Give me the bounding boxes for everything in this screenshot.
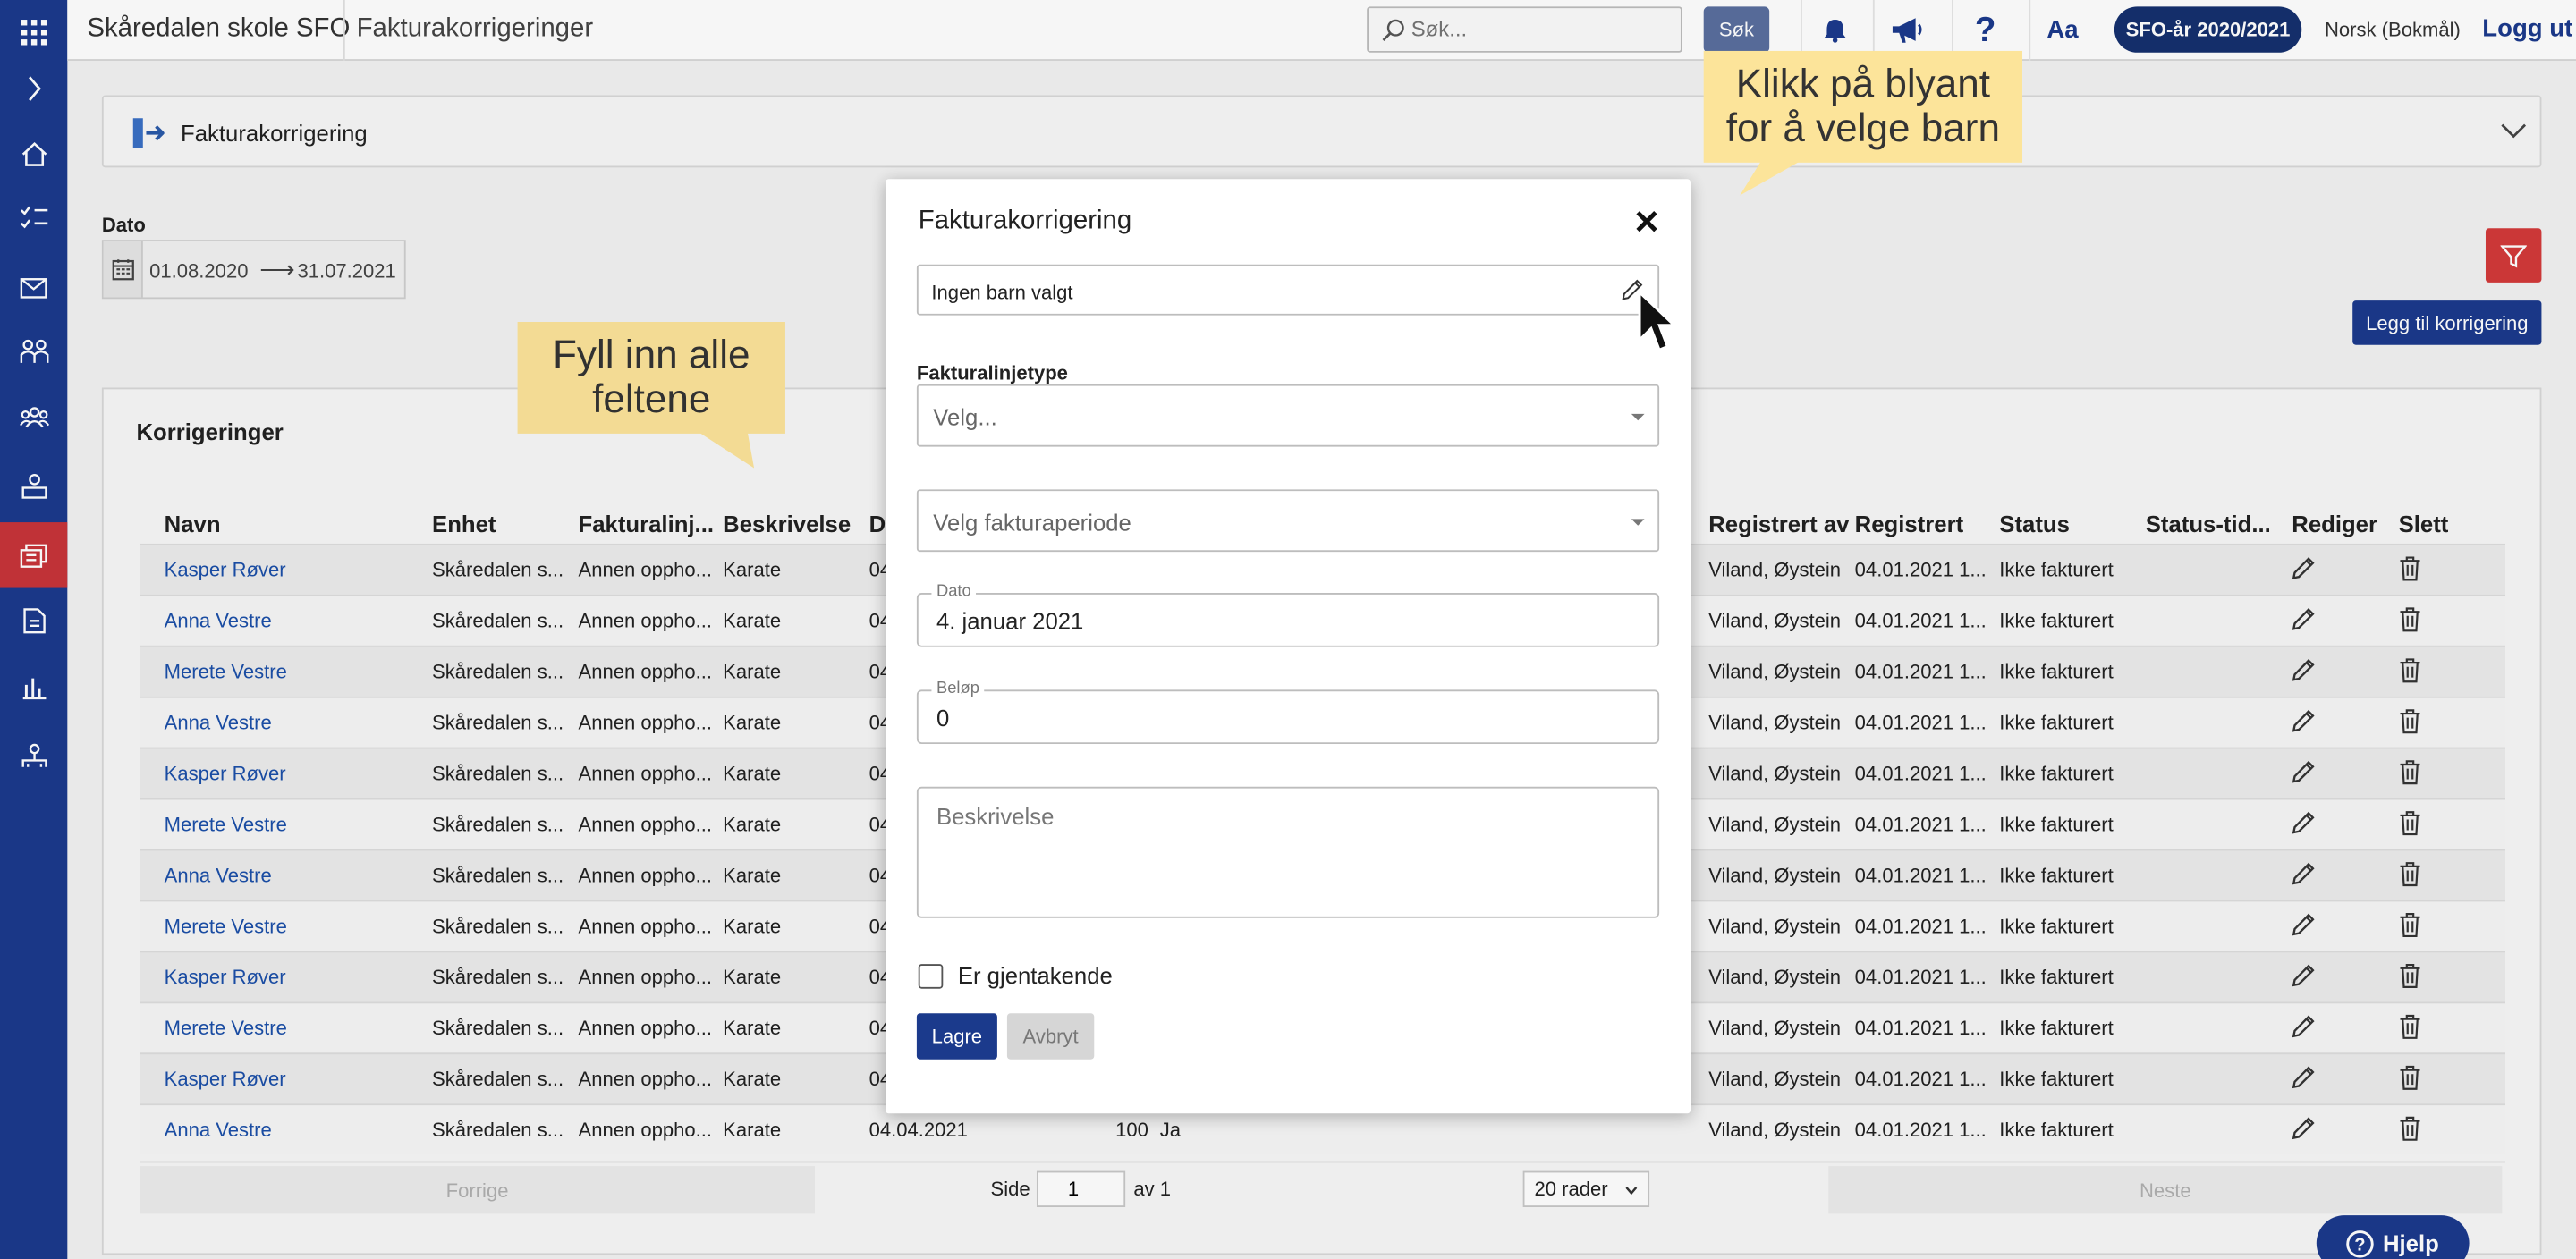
callout-pointer: [1740, 161, 1801, 196]
dialog-title: Fakturakorrigering: [918, 207, 1132, 235]
invoice-period-select[interactable]: Velg fakturaperiode: [916, 489, 1660, 553]
save-button[interactable]: Lagre: [916, 1013, 997, 1060]
amount-field[interactable]: Beløp 0: [916, 680, 1660, 745]
callout-text: Klikk på blyant: [1735, 62, 1990, 107]
caret-down-icon: [1631, 413, 1645, 421]
date-field-label: Dato: [931, 583, 977, 602]
line-type-label: Fakturalinjetype: [916, 361, 1068, 384]
recurring-label[interactable]: Er gjentakende: [958, 962, 1113, 988]
date-field[interactable]: Dato 4. januar 2021: [916, 583, 1660, 647]
recurring-checkbox[interactable]: [918, 964, 944, 989]
child-selector-value: Ingen barn valgt: [931, 281, 1073, 304]
invoice-correction-dialog: Fakturakorrigering ✕ Ingen barn valgt Fa…: [886, 179, 1691, 1114]
caret-down-icon: [1631, 519, 1645, 526]
amount-field-label: Beløp: [931, 680, 985, 698]
line-type-select[interactable]: Velg...: [916, 384, 1660, 447]
child-selector[interactable]: Ingen barn valgt: [916, 264, 1660, 316]
description-textarea[interactable]: Beskrivelse: [916, 786, 1660, 918]
invoice-period-placeholder: Velg fakturaperiode: [933, 509, 1131, 536]
amount-field-value: 0: [936, 704, 950, 731]
callout-text: for å velge barn: [1725, 106, 2001, 151]
cancel-button[interactable]: Avbryt: [1006, 1013, 1095, 1060]
close-icon[interactable]: ✕: [1633, 202, 1661, 243]
mouse-cursor-icon: [1638, 289, 1676, 352]
description-placeholder: Beskrivelse: [936, 803, 1055, 830]
callout-box: Klikk på blyant for å velge barn: [1703, 50, 2023, 163]
date-field-value: 4. januar 2021: [936, 607, 1084, 634]
line-type-placeholder: Velg...: [933, 403, 997, 431]
